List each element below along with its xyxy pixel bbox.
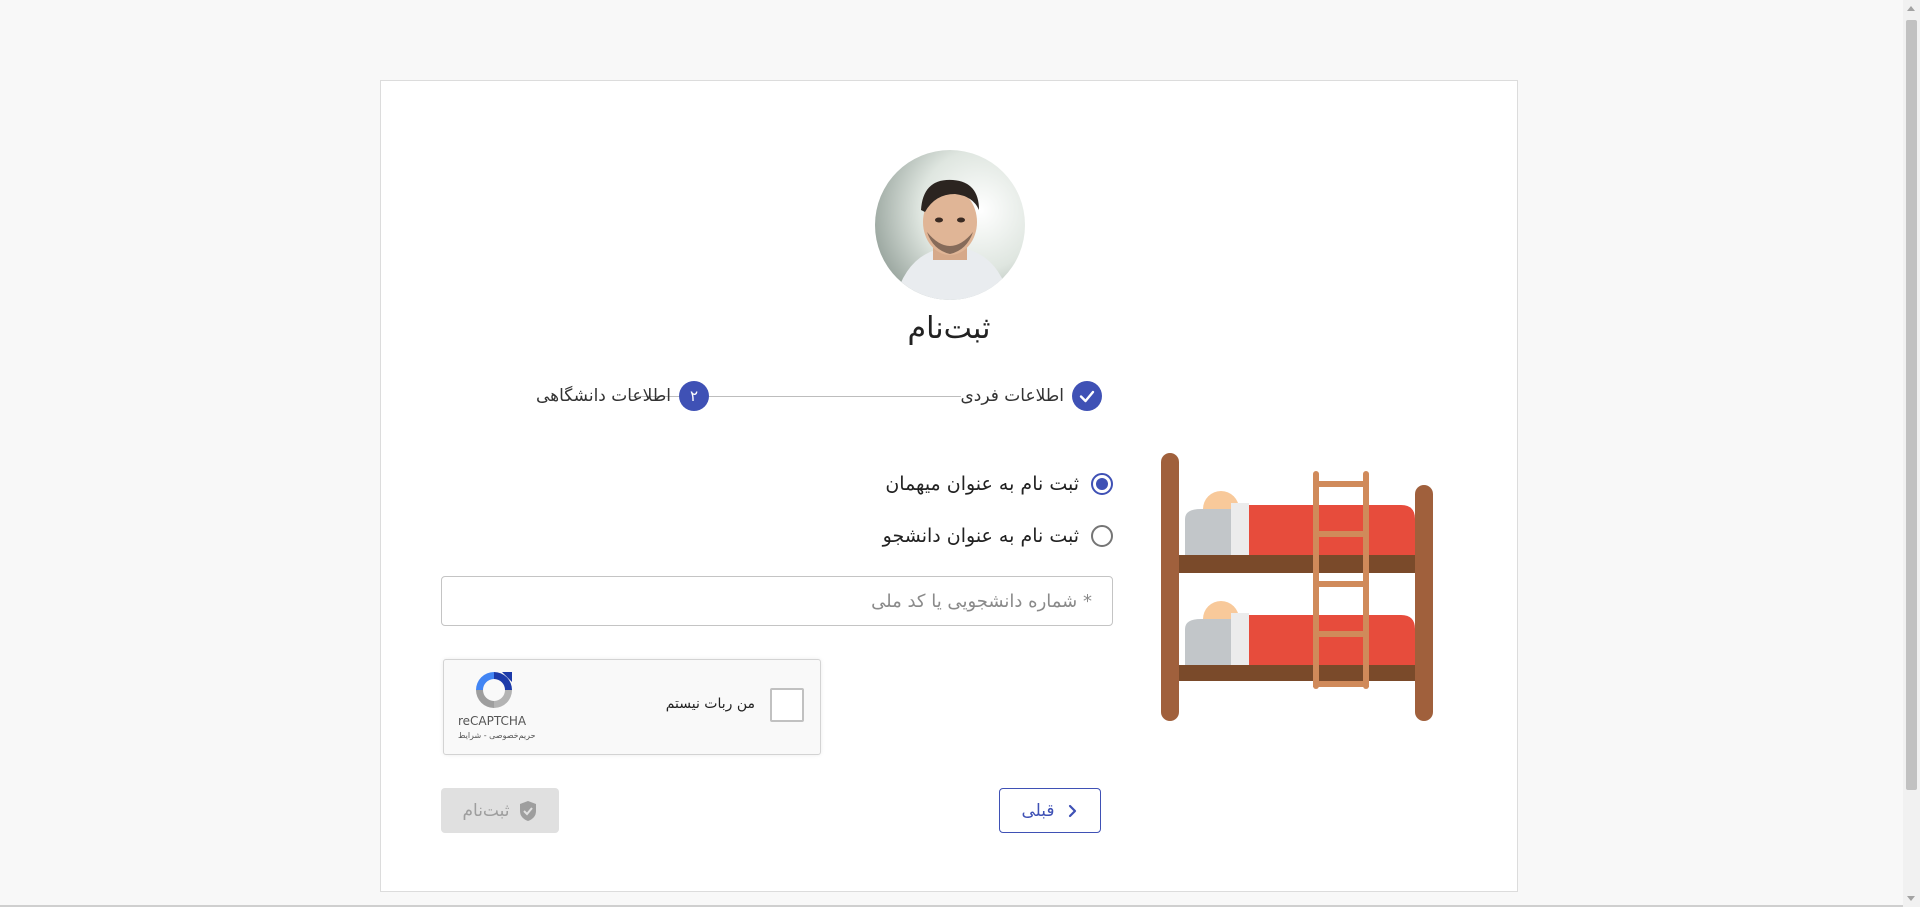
scroll-up-icon[interactable] — [1907, 6, 1915, 11]
previous-button-label: قبلی — [1021, 800, 1055, 821]
captcha-label: من ربات نیستم — [665, 696, 755, 712]
recaptcha-brand: reCAPTCHA — [458, 714, 527, 728]
scroll-down-icon[interactable] — [1907, 896, 1915, 901]
step-number-badge: ۲ — [679, 381, 709, 411]
radio-button-unchecked[interactable] — [1091, 525, 1113, 547]
avatar — [875, 150, 1025, 300]
step-label: اطلاعات فردی — [960, 386, 1064, 406]
registration-card: ثبت‌نام اطلاعات فردی ۲ اطلاعات دانشگاهی … — [380, 80, 1518, 892]
step-personal-info: اطلاعات فردی — [960, 381, 1102, 411]
vertical-scrollbar[interactable] — [1903, 0, 1920, 907]
previous-button[interactable]: قبلی — [999, 788, 1101, 833]
student-id-input[interactable] — [442, 577, 1112, 625]
register-button[interactable]: ثبت‌نام — [441, 788, 559, 833]
step-label: اطلاعات دانشگاهی — [535, 386, 671, 406]
scrollbar-thumb[interactable] — [1906, 20, 1917, 790]
recaptcha-icon — [472, 668, 516, 712]
page-title: ثبت‌نام — [907, 311, 991, 346]
recaptcha-widget: من ربات نیستم reCAPTCHA حریم‌خصوصی - شرا… — [443, 659, 821, 755]
check-icon — [1072, 381, 1102, 411]
captcha-checkbox[interactable] — [770, 688, 804, 722]
step-university-info: ۲ اطلاعات دانشگاهی — [536, 381, 709, 411]
radio-button-checked[interactable] — [1091, 473, 1113, 495]
chevron-right-icon — [1067, 799, 1079, 823]
bunk-bed-icon — [1161, 453, 1433, 723]
radio-label[interactable]: ثبت نام به عنوان میهمان — [885, 473, 1079, 495]
radio-label[interactable]: ثبت نام به عنوان دانشجو — [883, 525, 1079, 547]
recaptcha-terms-link[interactable]: حریم‌خصوصی - شرایط — [458, 731, 536, 740]
radio-student-registration[interactable]: ثبت نام به عنوان دانشجو — [883, 525, 1113, 547]
register-button-label: ثبت‌نام — [462, 800, 510, 821]
radio-guest-registration[interactable]: ثبت نام به عنوان میهمان — [885, 473, 1113, 495]
shield-check-icon — [518, 800, 538, 822]
student-id-field[interactable] — [441, 576, 1113, 626]
